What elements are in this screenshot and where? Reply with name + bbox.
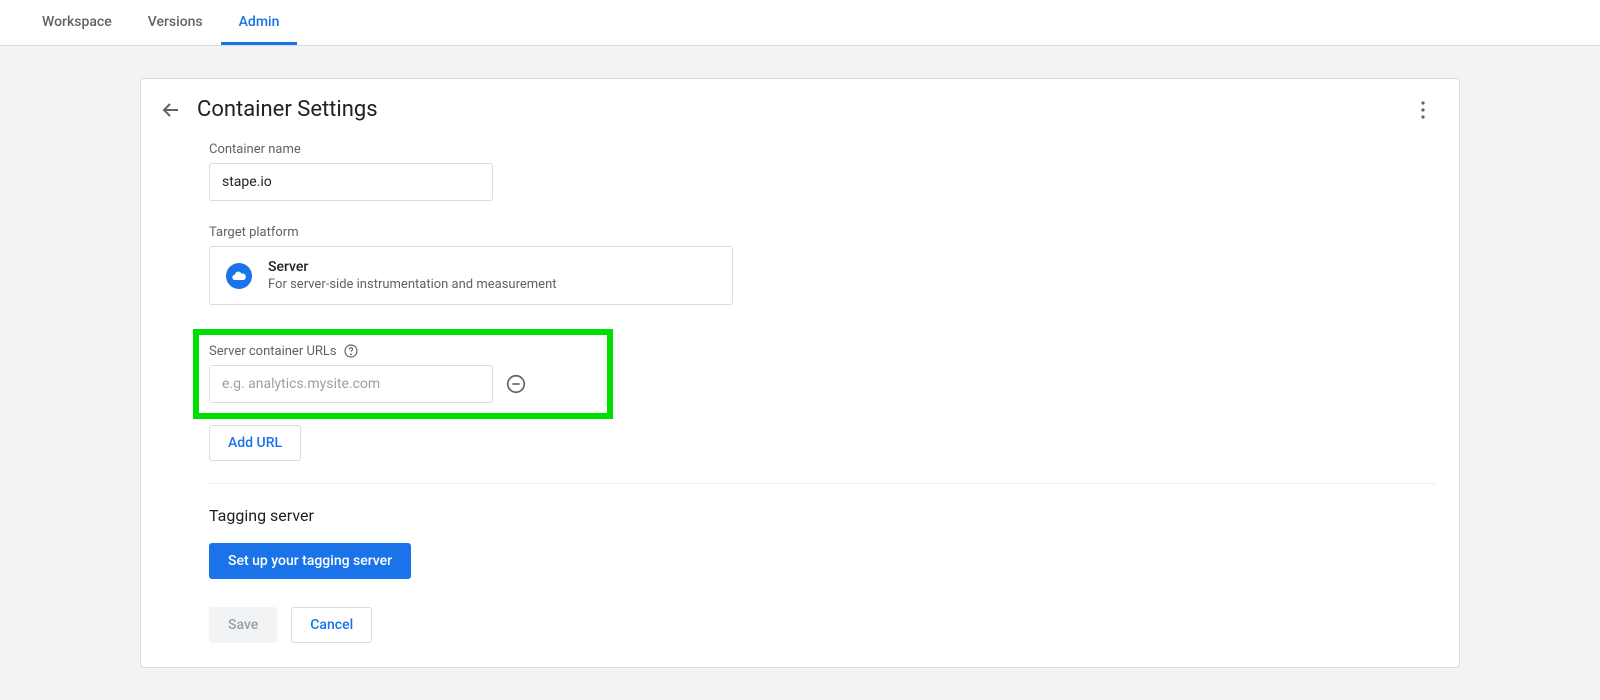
platform-text: Server For server-side instrumentation a… [268,259,557,292]
panel-body: Container name Target platform Server Fo… [141,130,1459,667]
server-url-input[interactable] [209,365,493,403]
target-platform-group: Target platform Server For server-side i… [209,225,1435,305]
page-title: Container Settings [197,97,1411,122]
container-settings-panel: Container Settings Container name Target… [140,78,1460,668]
tab-versions[interactable]: Versions [130,0,221,45]
target-platform-card[interactable]: Server For server-side instrumentation a… [209,246,733,305]
server-urls-label: Server container URLs [209,343,597,359]
platform-description: For server-side instrumentation and meas… [268,277,557,292]
server-urls-highlight: Server container URLs [193,329,613,419]
container-name-group: Container name [209,142,1435,201]
tagging-server-heading: Tagging server [209,506,1435,525]
server-urls-label-text: Server container URLs [209,344,337,359]
cloud-icon [226,263,252,289]
footer-actions: Save Cancel [209,607,1435,643]
add-url-button[interactable]: Add URL [209,425,301,461]
more-vert-icon[interactable] [1411,98,1435,122]
tab-workspace[interactable]: Workspace [24,0,130,45]
divider [209,483,1435,484]
help-icon[interactable] [343,343,359,359]
panel-header: Container Settings [141,79,1459,130]
platform-title: Server [268,259,557,275]
back-arrow-icon[interactable] [159,98,183,122]
remove-url-icon[interactable] [505,373,527,395]
container-name-input[interactable] [209,163,493,201]
top-tabs: Workspace Versions Admin [0,0,1600,46]
save-button: Save [209,607,277,643]
container-name-label: Container name [209,142,1435,157]
setup-tagging-server-button[interactable]: Set up your tagging server [209,543,411,579]
cancel-button[interactable]: Cancel [291,607,372,643]
target-platform-label: Target platform [209,225,1435,240]
server-url-row [209,365,597,403]
tab-admin[interactable]: Admin [221,0,298,45]
